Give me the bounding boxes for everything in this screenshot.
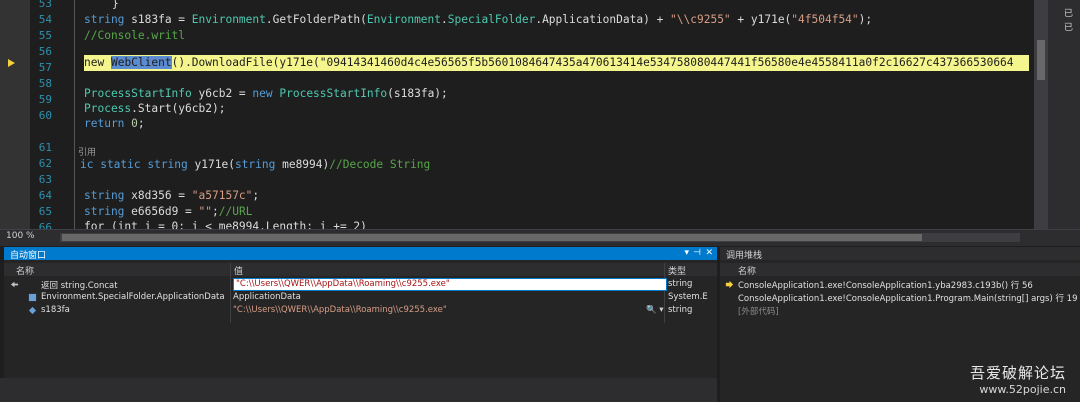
line-numbers: 53 54 55 56 57 58 59 60 61 62 63 64 65 6… [30, 0, 70, 229]
code-area[interactable]: } string s183fa = Environment.GetFolderP… [78, 0, 1034, 229]
stack-frame-text: [外部代码] [738, 307, 779, 317]
line-number: 61 [38, 141, 52, 154]
code-line: //Console.writl [84, 29, 186, 42]
right-pane-text: 已 [1064, 9, 1074, 19]
watermark-url: www.52pojie.cn [979, 383, 1066, 396]
variable-type: System.E [668, 292, 708, 302]
autos-title: 自动窗口 [10, 251, 47, 261]
variable-name: s183fa [41, 305, 70, 315]
code-line: return 0; [84, 117, 145, 130]
return-value-icon [10, 281, 19, 288]
column-name[interactable]: 名称 [738, 264, 756, 277]
selected-text: WebClient [110, 56, 172, 69]
variable-name: Environment.SpecialFolder.ApplicationDat… [41, 292, 225, 302]
right-pane-text: 已 [1064, 23, 1074, 33]
stack-frame-text: ConsoleApplication1.exe!ConsoleApplicati… [738, 294, 1078, 304]
table-row[interactable]: 返回 string.Concat "C:\\Users\\QWER\\AppDa… [4, 278, 717, 291]
autos-column-header: 名称 值 类型 [4, 263, 717, 277]
stack-frame-row[interactable]: ConsoleApplication1.exe!ConsoleApplicati… [720, 291, 1080, 304]
current-frame-arrow-icon [725, 280, 734, 289]
variable-value: "C:\\Users\\QWER\\AppData\\Roaming\\c925… [233, 305, 447, 315]
horizontal-scrollbar[interactable] [60, 233, 1020, 242]
line-number: 57 [38, 61, 52, 74]
column-value[interactable]: 值 [234, 264, 243, 277]
code-line: string s183fa = Environment.GetFolderPat… [84, 13, 873, 26]
stack-frame-row[interactable]: [外部代码] [720, 304, 1080, 317]
call-stack-title-bar: 调用堆栈 [720, 247, 1080, 261]
line-number: 66 [38, 221, 52, 229]
code-line: ProcessStartInfo y6cb2 = new ProcessStar… [84, 87, 448, 100]
scrollbar-thumb[interactable] [1037, 40, 1045, 80]
right-side-pane: 已 已 [1048, 0, 1080, 229]
variable-value: ApplicationData [233, 292, 301, 302]
call-stack-title: 调用堆栈 [726, 251, 763, 261]
line-number: 55 [38, 29, 52, 42]
line-number: 62 [38, 157, 52, 170]
outline-guide [74, 0, 75, 229]
code-line: string e6656d9 = "";//URL [84, 205, 253, 218]
pin-icon[interactable]: ⊣ [693, 248, 701, 258]
value-edit-field[interactable]: "C:\\Users\\QWER\\AppData\\Roaming\\c925… [233, 278, 667, 291]
line-number: 53 [38, 0, 52, 10]
line-number: 56 [38, 45, 52, 58]
code-editor[interactable]: 53 54 55 56 57 58 59 60 61 62 63 64 65 6… [0, 0, 1080, 229]
property-icon [28, 293, 37, 302]
editor-zoom-bar: 100 % [0, 229, 1080, 246]
code-line: string x8d356 = "a57157c"; [84, 189, 260, 202]
line-number: 64 [38, 189, 52, 202]
variable-type: string [668, 279, 693, 289]
autos-tab-strip [0, 378, 717, 402]
code-line: Process.Start(y6cb2); [84, 102, 226, 115]
variable-name: 返回 string.Concat [41, 281, 118, 291]
line-number: 58 [38, 77, 52, 90]
stack-frame-text: ConsoleApplication1.exe!ConsoleApplicati… [738, 281, 1033, 291]
code-line: ic static string y171e(string me8994)//D… [80, 158, 431, 171]
current-statement-arrow-icon [8, 59, 15, 67]
line-number: 63 [38, 173, 52, 186]
table-row[interactable]: s183fa "C:\\Users\\QWER\\AppData\\Roamin… [4, 304, 717, 317]
code-line-current: new WebClient().DownloadFile(y171e("0941… [84, 56, 1014, 69]
watermark-title: 吾爱破解论坛 [969, 364, 1066, 382]
scrollbar-thumb[interactable] [62, 234, 922, 241]
code-line: for (int i = 0; i < me8994.Length; i += … [84, 220, 367, 229]
line-number: 65 [38, 205, 52, 218]
column-name[interactable]: 名称 [16, 264, 34, 277]
watermark: 吾爱破解论坛 www.52pojie.cn [970, 362, 1066, 396]
line-number: 54 [38, 13, 52, 26]
stack-frame-row[interactable]: ConsoleApplication1.exe!ConsoleApplicati… [720, 278, 1080, 291]
autos-title-bar: 自动窗口 ▾ ⊣ ✕ [4, 247, 717, 261]
column-type[interactable]: 类型 [668, 264, 686, 277]
local-variable-icon [28, 306, 37, 315]
code-line: } [112, 0, 119, 10]
variable-type: string [668, 305, 693, 315]
line-number: 60 [38, 109, 52, 122]
call-stack-column-header: 名称 [720, 263, 1080, 277]
table-row[interactable]: Environment.SpecialFolder.ApplicationDat… [4, 291, 717, 304]
text-visualizer-icon[interactable]: 🔍 ▾ [646, 305, 666, 315]
dropdown-icon[interactable]: ▾ [684, 248, 689, 258]
vertical-scrollbar[interactable] [1034, 0, 1048, 229]
close-icon[interactable]: ✕ [705, 248, 713, 258]
line-number: 59 [38, 93, 52, 106]
zoom-level[interactable]: 100 % [6, 231, 35, 241]
